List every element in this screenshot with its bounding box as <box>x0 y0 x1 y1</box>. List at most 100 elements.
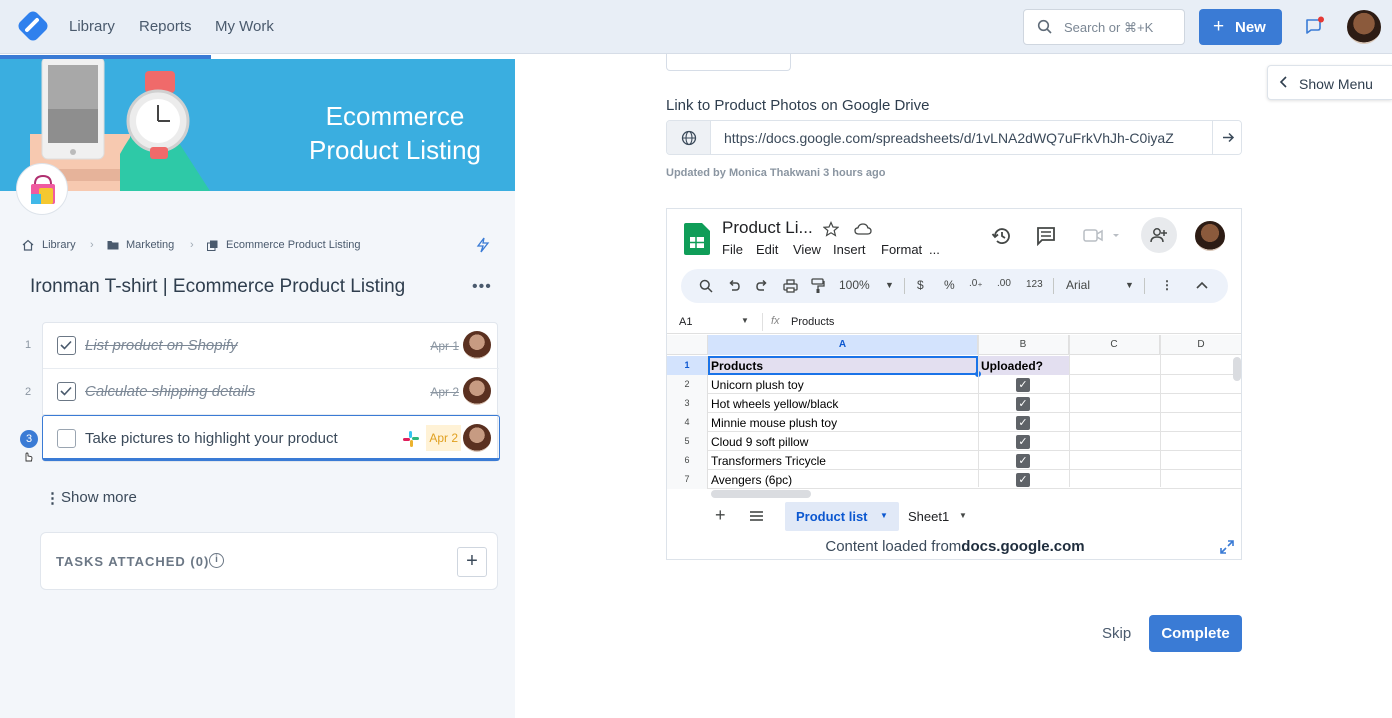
tab-product-list[interactable]: Product list ▼ <box>785 502 899 531</box>
task-due-date[interactable]: Apr 2 <box>426 425 461 451</box>
open-link-button[interactable] <box>1212 121 1241 154</box>
comment-icon[interactable] <box>1036 226 1056 246</box>
task-checkbox[interactable] <box>57 336 76 355</box>
row-header[interactable]: 3 <box>667 394 708 413</box>
search-icon[interactable] <box>699 279 713 293</box>
history-icon[interactable] <box>991 225 1013 247</box>
chevron-down-icon[interactable]: ▼ <box>1125 280 1134 290</box>
decrease-decimal-icon[interactable]: .0₊ <box>969 278 983 289</box>
cell-a[interactable]: Avengers (6pc) <box>711 473 792 487</box>
assignee-avatar[interactable] <box>463 331 491 359</box>
font-select[interactable]: Arial <box>1066 278 1090 292</box>
menu-format[interactable]: Format <box>881 242 922 257</box>
task-label[interactable]: Calculate shipping details <box>85 383 255 400</box>
cell-a[interactable]: Products <box>711 359 763 373</box>
add-sheet-button[interactable]: + <box>715 505 726 526</box>
checkbox-checked[interactable]: ✓ <box>1016 435 1030 449</box>
vertical-scrollbar[interactable] <box>1233 357 1241 381</box>
assignee-avatar[interactable] <box>463 424 491 452</box>
task-checkbox[interactable] <box>57 382 76 401</box>
share-button[interactable] <box>1141 217 1177 253</box>
task-checkbox[interactable] <box>57 429 76 448</box>
tab-sheet1[interactable]: Sheet1 ▼ <box>902 502 982 531</box>
task-label[interactable]: Take pictures to highlight your product <box>85 430 338 447</box>
breadcrumb-current[interactable]: Ecommerce Product Listing <box>226 239 361 251</box>
cell-a[interactable]: Hot wheels yellow/black <box>711 397 838 411</box>
chevron-down-icon[interactable]: ▼ <box>741 316 749 325</box>
new-button[interactable]: + New <box>1199 9 1282 45</box>
number-format-icon[interactable]: 123 <box>1026 279 1043 290</box>
sheet-user-avatar[interactable] <box>1195 221 1225 251</box>
page-title[interactable]: Ironman T-shirt | Ecommerce Product List… <box>30 276 405 298</box>
formula-value[interactable]: Products <box>791 316 834 328</box>
horizontal-scrollbar[interactable] <box>711 490 811 498</box>
assignee-avatar[interactable] <box>463 377 491 405</box>
increase-decimal-icon[interactable]: .00 <box>997 278 1011 289</box>
percent-icon[interactable]: % <box>944 278 955 292</box>
menu-file[interactable]: File <box>722 242 743 257</box>
skip-button[interactable]: Skip <box>1102 625 1131 642</box>
chat-notification-icon[interactable] <box>1303 16 1325 38</box>
column-header[interactable]: B <box>978 335 1069 355</box>
all-sheets-icon[interactable] <box>749 510 764 522</box>
task-row-active[interactable]: Take pictures to highlight your product … <box>42 415 500 461</box>
breadcrumb-library[interactable]: Library <box>42 239 76 251</box>
paint-format-icon[interactable] <box>811 278 825 294</box>
chevron-up-icon[interactable] <box>1196 281 1208 289</box>
search-input[interactable]: Search or ⌘+K <box>1023 9 1185 45</box>
checkbox-checked[interactable]: ✓ <box>1016 397 1030 411</box>
task-row[interactable]: Calculate shipping details Apr 2 <box>43 369 499 415</box>
complete-button[interactable]: Complete <box>1149 615 1242 652</box>
star-icon[interactable] <box>823 221 839 237</box>
url-value[interactable]: https://docs.google.com/spreadsheets/d/1… <box>724 130 1207 146</box>
menu-insert[interactable]: Insert <box>833 242 866 257</box>
row-header[interactable]: 5 <box>667 432 708 451</box>
add-task-button[interactable]: + <box>457 547 487 577</box>
zoom-select[interactable]: 100% <box>839 278 870 292</box>
row-header[interactable]: 7 <box>667 470 708 489</box>
breadcrumb-marketing[interactable]: Marketing <box>126 239 174 251</box>
checkbox-checked[interactable]: ✓ <box>1016 454 1030 468</box>
checkbox-checked[interactable]: ✓ <box>1016 473 1030 487</box>
row-header[interactable]: 4 <box>667 413 708 432</box>
nav-my-work[interactable]: My Work <box>215 18 274 35</box>
info-icon[interactable]: i <box>209 553 224 568</box>
app-logo-icon[interactable] <box>18 11 48 41</box>
lightning-icon[interactable] <box>476 237 490 253</box>
row-header[interactable]: 1 <box>667 356 708 375</box>
chevron-down-icon[interactable]: ▼ <box>885 280 894 290</box>
task-due-date[interactable]: Apr 1 <box>430 339 459 353</box>
cell-a[interactable]: Unicorn plush toy <box>711 378 804 392</box>
checkbox-checked[interactable]: ✓ <box>1016 416 1030 430</box>
cell-a[interactable]: Cloud 9 soft pillow <box>711 435 808 449</box>
task-due-date[interactable]: Apr 2 <box>430 385 459 399</box>
column-header[interactable]: C <box>1069 335 1160 355</box>
cloud-icon[interactable] <box>854 222 872 236</box>
menu-view[interactable]: View <box>793 242 821 257</box>
row-header[interactable]: 6 <box>667 451 708 470</box>
cell-reference[interactable]: A1 <box>679 316 692 328</box>
undo-icon[interactable] <box>727 279 741 293</box>
row-header[interactable]: 2 <box>667 375 708 394</box>
cell-a[interactable]: Transformers Tricycle <box>711 454 826 468</box>
more-vert-icon[interactable]: ⋮ <box>1161 278 1173 292</box>
chevron-down-icon[interactable]: ▼ <box>959 511 967 520</box>
content-source-domain[interactable]: docs.google.com <box>961 538 1084 555</box>
nav-library[interactable]: Library <box>69 18 115 35</box>
column-header[interactable]: A <box>708 335 978 355</box>
user-avatar[interactable] <box>1347 10 1381 44</box>
currency-icon[interactable]: $ <box>917 278 924 292</box>
sheet-title[interactable]: Product Li... <box>722 218 813 238</box>
cell-b[interactable]: Uploaded? <box>981 359 1043 373</box>
checkbox-checked[interactable]: ✓ <box>1016 378 1030 392</box>
chevron-down-icon[interactable]: ▼ <box>880 511 888 520</box>
nav-reports[interactable]: Reports <box>139 18 192 35</box>
video-call-icon[interactable] <box>1083 227 1123 243</box>
task-row[interactable]: List product on Shopify Apr 1 <box>43 323 499 369</box>
print-icon[interactable] <box>783 279 798 293</box>
expand-icon[interactable] <box>1219 539 1235 555</box>
cell-a[interactable]: Minnie mouse plush toy <box>711 416 837 430</box>
menu-more[interactable]: ... <box>929 242 940 257</box>
url-field[interactable]: https://docs.google.com/spreadsheets/d/1… <box>666 120 1242 155</box>
task-label[interactable]: List product on Shopify <box>85 337 238 354</box>
